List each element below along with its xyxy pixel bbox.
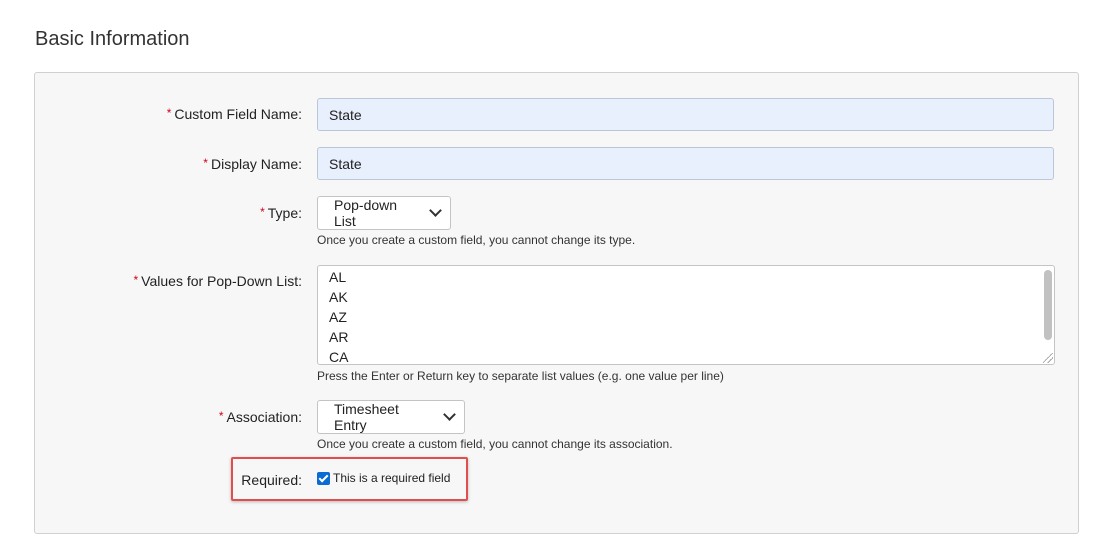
values-label: * Values for Pop-Down List: [134,273,303,289]
required-marker: * [133,273,139,287]
required-label: Required: [241,472,302,488]
association-label: * Association: [219,409,302,425]
required-checkbox[interactable] [317,472,330,485]
value-line: CA [329,349,349,365]
value-line: AL [329,269,347,285]
type-label-text: Type: [267,205,302,221]
resize-handle-icon[interactable] [1043,353,1053,363]
required-marker: * [218,409,224,423]
textarea-scrollbar[interactable] [1044,270,1052,340]
required-checkbox-label[interactable]: This is a required field [333,471,450,485]
custom-field-name-label: * Custom Field Name: [167,106,302,122]
value-line: AK [329,289,348,305]
values-help-text: Press the Enter or Return key to separat… [317,369,724,383]
values-textarea[interactable]: AL AK AZ AR CA [317,265,1055,365]
type-help-text: Once you create a custom field, you cann… [317,233,636,247]
type-select-value: Pop-down List [334,197,398,229]
values-list: AL AK AZ AR CA [329,267,349,365]
value-line: AR [329,329,349,345]
association-label-text: Association: [226,409,302,425]
association-select[interactable]: Timesheet Entry [317,400,465,434]
required-marker: * [203,156,208,170]
type-select[interactable]: Pop-down List [317,196,451,230]
section-title: Basic Information [35,28,190,50]
values-label-text: Values for Pop-Down List: [141,273,302,289]
value-line: AZ [329,309,347,325]
display-name-label: * Display Name: [203,156,302,172]
display-name-label-text: Display Name: [210,156,302,172]
type-label: * Type: [260,205,302,221]
checkmark-icon [318,472,329,483]
association-select-value: Timesheet Entry [334,401,399,433]
custom-field-name-input[interactable] [317,98,1054,131]
chevron-down-icon [443,408,456,421]
display-name-input[interactable] [317,147,1054,180]
association-help-text: Once you create a custom field, you cann… [317,437,673,451]
required-marker: * [166,106,172,120]
custom-field-name-label-text: Custom Field Name: [174,106,302,122]
chevron-down-icon [429,204,442,217]
required-marker: * [260,205,265,219]
